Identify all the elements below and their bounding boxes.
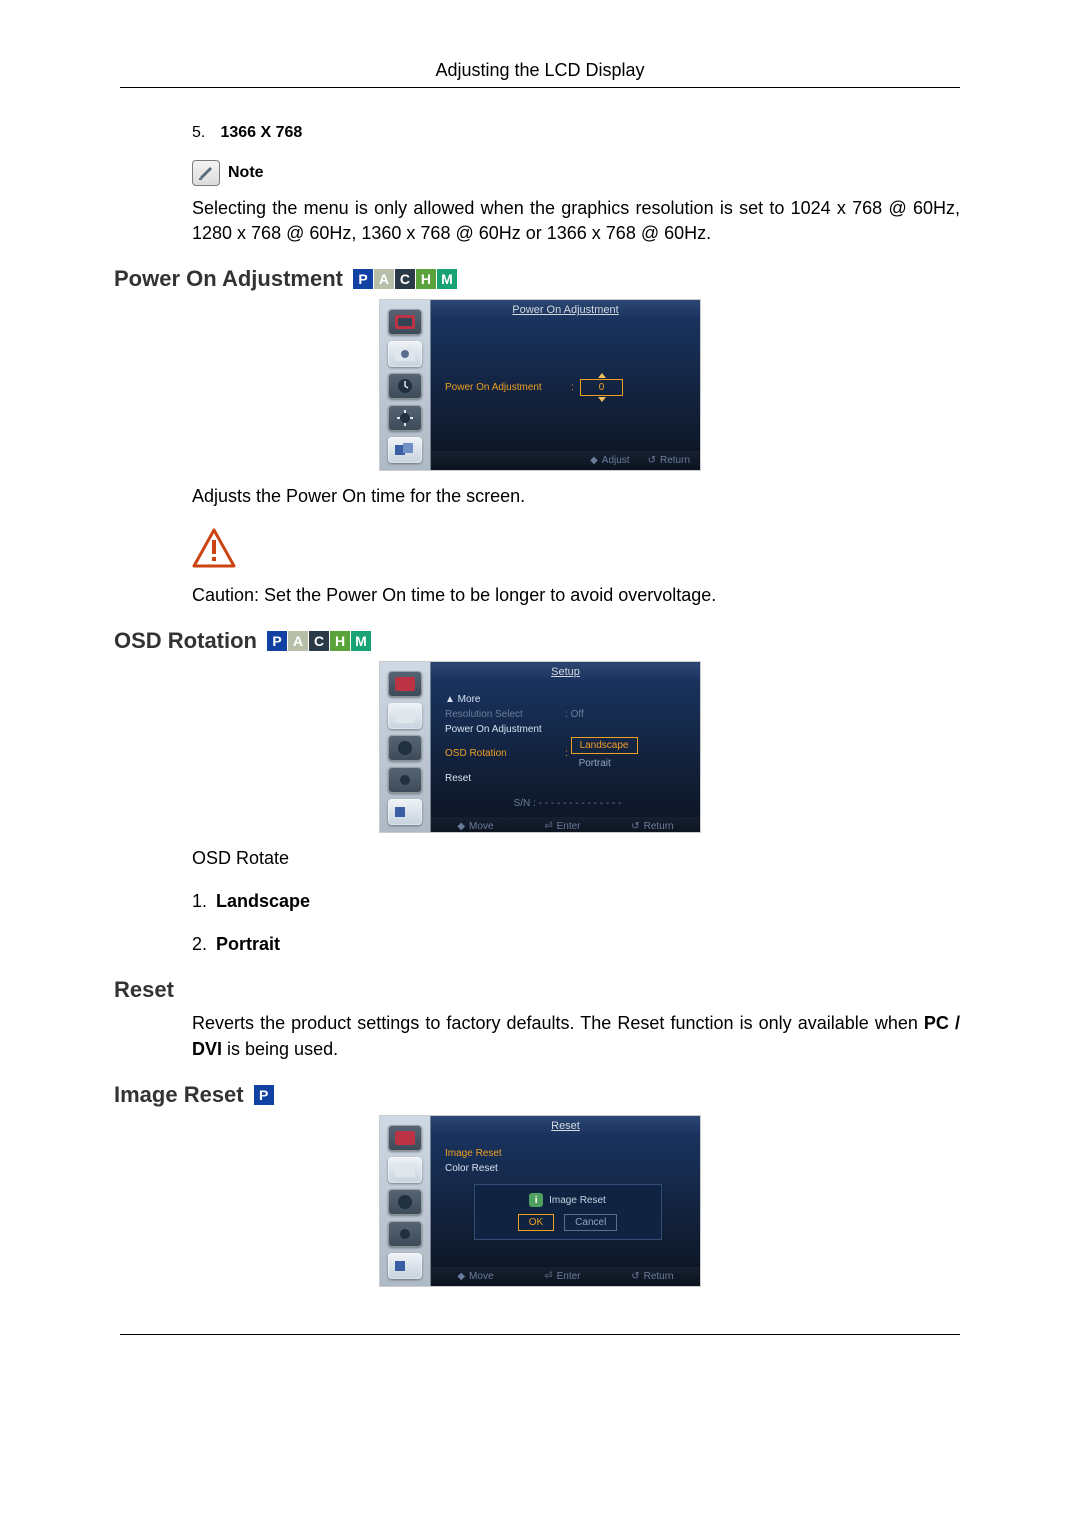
- note-icon: [192, 160, 220, 186]
- list-item: 1.Landscape: [192, 889, 960, 914]
- osd-item: Reset: [445, 771, 690, 786]
- osd-serial-number: S/N : - - - - - - - - - - - - - -: [445, 796, 690, 811]
- osd-item-selected: OSD Rotation: [445, 746, 565, 761]
- osd-screenshot-power-on: Power On Adjustment Power On Adjustment …: [380, 300, 700, 470]
- osd-hint-move: ◆Move: [457, 821, 493, 832]
- osd-option: Portrait: [571, 756, 619, 771]
- osd-item: Resolution Select: [445, 707, 565, 722]
- running-header: Adjusting the LCD Display: [120, 60, 960, 88]
- osd-tab-setup-icon: [388, 405, 422, 431]
- osd-tab-picture-icon: [388, 1125, 422, 1151]
- footer-rule: [120, 1334, 960, 1335]
- osd-hint-enter: ⏎Enter: [544, 1271, 580, 1282]
- osd-item-more: ▲ More: [445, 692, 690, 707]
- osd-tab-multi-icon: [388, 1253, 422, 1279]
- osd-rotate-desc: OSD Rotate: [192, 846, 960, 871]
- osd-title: Reset: [431, 1116, 700, 1136]
- source-badges: PACHM: [267, 631, 372, 651]
- osd-value-box: 0: [580, 379, 624, 396]
- heading-reset: Reset: [114, 977, 960, 1003]
- osd-screenshot-osd-rotation: Setup ▲ More Resolution Select : Off Pow…: [380, 662, 700, 832]
- osd-tab-time-icon: [388, 373, 422, 399]
- osd-tab-input-icon: [388, 341, 422, 367]
- heading-power-on-adjustment: Power On Adjustment PACHM: [114, 266, 960, 292]
- power-on-desc: Adjusts the Power On time for the screen…: [192, 484, 960, 509]
- warning-icon: [192, 528, 960, 573]
- osd-hint-move: ◆Move: [457, 1271, 493, 1282]
- osd-tab-time-icon: [388, 1189, 422, 1215]
- source-badges: PACHM: [353, 269, 458, 289]
- note-body: Selecting the menu is only allowed when …: [192, 196, 960, 246]
- osd-hint-return: ↺Return: [631, 1271, 673, 1282]
- osd-option-selected: Landscape: [571, 737, 638, 754]
- osd-tab-time-icon: [388, 735, 422, 761]
- osd-hint-return: ↺Return: [631, 821, 673, 832]
- dialog-cancel: Cancel: [564, 1214, 617, 1231]
- osd-screenshot-image-reset: Reset Image Reset Color Reset i Image Re…: [380, 1116, 700, 1286]
- resolution-label: 1366 X 768: [220, 124, 302, 141]
- osd-hint-adjust: ◆Adjust: [590, 455, 630, 466]
- osd-title: Power On Adjustment: [431, 300, 700, 320]
- osd-hint-return: ↺Return: [648, 455, 690, 466]
- heading-image-reset: Image Reset P: [114, 1082, 960, 1108]
- osd-title: Setup: [431, 662, 700, 682]
- osd-tab-input-icon: [388, 703, 422, 729]
- dialog-ok: OK: [518, 1214, 554, 1231]
- osd-tab-input-icon: [388, 1157, 422, 1183]
- osd-tab-multi-icon: [388, 799, 422, 825]
- list-item: 5. 1366 X 768: [192, 124, 960, 142]
- osd-hint-enter: ⏎Enter: [544, 821, 580, 832]
- osd-tab-setup-icon: [388, 1221, 422, 1247]
- confirm-dialog: i Image Reset OK Cancel: [474, 1184, 662, 1240]
- osd-tab-setup-icon: [388, 767, 422, 793]
- osd-tab-picture-icon: [388, 671, 422, 697]
- source-badges: P: [254, 1085, 275, 1105]
- note-heading: Note: [192, 160, 960, 186]
- osd-field-label: Power On Adjustment: [445, 380, 565, 395]
- info-icon: i: [529, 1193, 543, 1207]
- osd-tab-multi-icon: [388, 437, 422, 463]
- reset-body: Reverts the product settings to factory …: [192, 1011, 960, 1061]
- osd-item-selected: Image Reset: [445, 1146, 690, 1161]
- heading-osd-rotation: OSD Rotation PACHM: [114, 628, 960, 654]
- osd-item: Color Reset: [445, 1161, 690, 1176]
- osd-item: Power On Adjustment: [445, 722, 690, 737]
- list-item: 2.Portrait: [192, 932, 960, 957]
- osd-tab-picture-icon: [388, 309, 422, 335]
- power-on-caution: Caution: Set the Power On time to be lon…: [192, 583, 960, 608]
